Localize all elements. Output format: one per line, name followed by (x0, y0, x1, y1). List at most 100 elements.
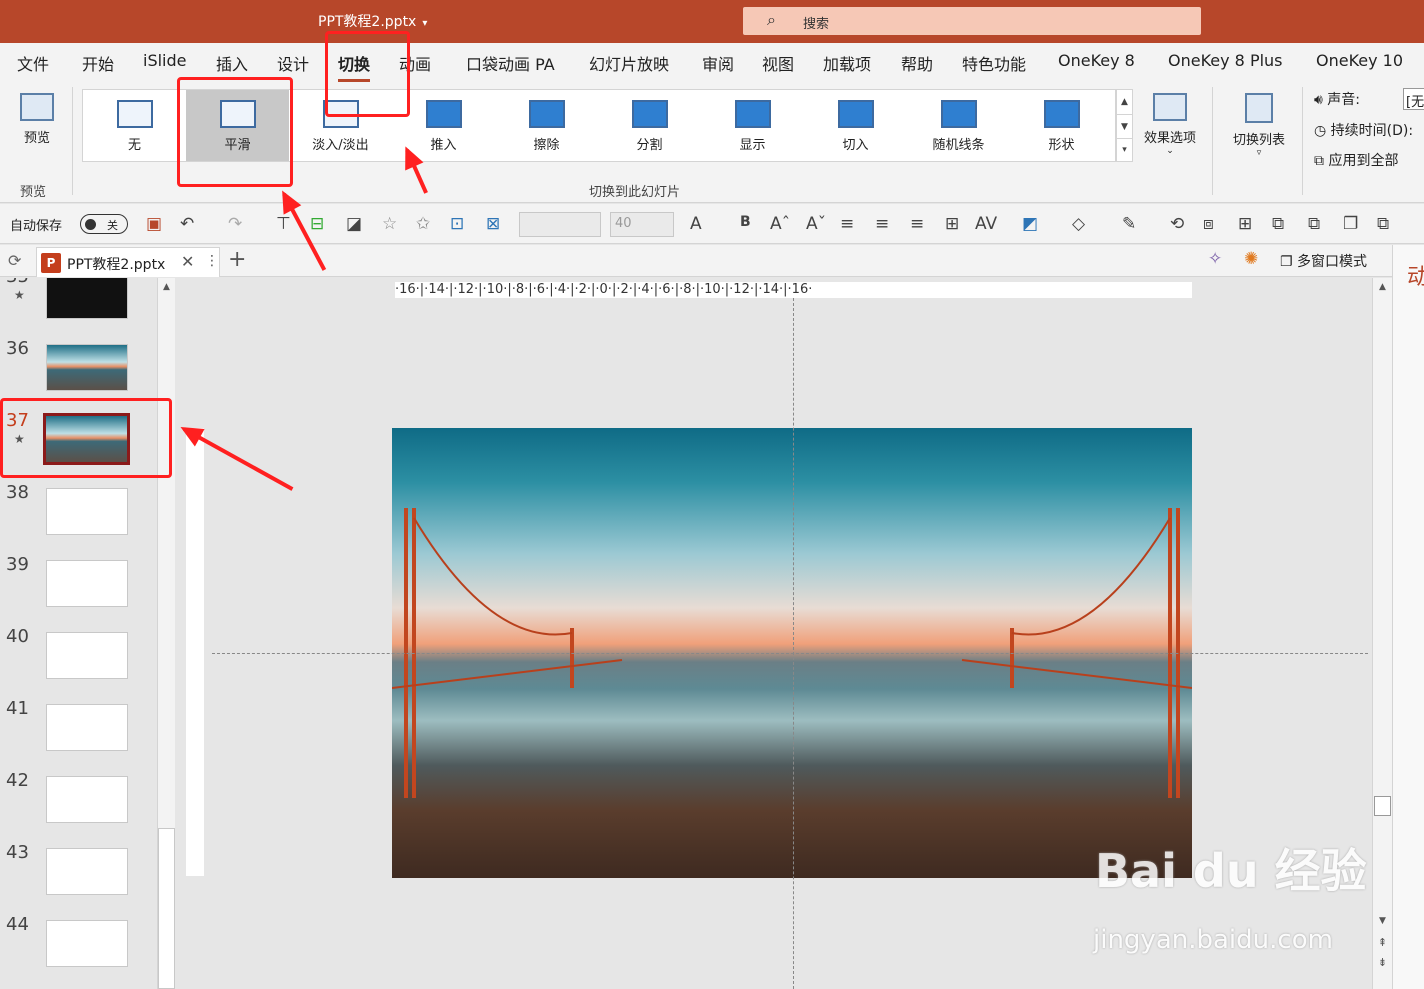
textbox-icon[interactable]: ⊡ (450, 214, 464, 234)
justify-icon[interactable]: ≡ (875, 214, 889, 234)
column-icon[interactable]: ⊞ (945, 214, 959, 234)
sound-select[interactable]: [无 (1403, 88, 1424, 110)
document-tab-label: PPT教程2.pptx (67, 257, 166, 273)
gallery-down-icon[interactable]: ▼ (1117, 114, 1132, 138)
align-icon[interactable]: ⊟ (310, 214, 324, 234)
next-slide-icon[interactable]: ⇟ (1373, 956, 1392, 969)
slide-thumbnail[interactable] (46, 278, 128, 319)
star-outline-icon[interactable]: ✩ (416, 214, 430, 234)
tab-7[interactable]: 口袋动画 PA (466, 51, 555, 75)
transition-item-9[interactable]: 形状 (1010, 90, 1113, 161)
magic-icon[interactable]: ✧ (1208, 249, 1222, 269)
font-color-icon[interactable]: A (690, 214, 702, 234)
effect-options-button[interactable]: 效果选项 ⌄ (1138, 93, 1202, 156)
transition-item-5[interactable]: 分割 (598, 90, 701, 161)
textbox-alt-icon[interactable]: ⊠ (486, 214, 500, 234)
scroll-down-icon[interactable]: ▼ (1373, 916, 1392, 926)
slide-thumbnail[interactable] (46, 344, 128, 391)
transition-icon (631, 100, 668, 128)
shapes-icon[interactable]: ◩ (1022, 214, 1038, 234)
tab-1[interactable]: 开始 (82, 51, 114, 75)
gallery-up-icon[interactable]: ▲ (1117, 90, 1132, 114)
transition-item-8[interactable]: 随机线条 (907, 90, 1010, 161)
switch-list-button[interactable]: 切换列表 ▿ (1226, 93, 1292, 158)
scroll-up-icon[interactable]: ▲ (158, 282, 175, 292)
slide-thumbnail[interactable] (46, 488, 128, 535)
slide-thumbnail[interactable] (46, 920, 128, 967)
bring-forward-icon[interactable]: ⧉ (1272, 214, 1284, 234)
canvas-scrollbar[interactable]: ▲ ▼ ⇞ ⇟ (1372, 278, 1392, 989)
document-tab[interactable]: P PPT教程2.pptx ✕ ⋮ (36, 247, 220, 277)
annotation-box-slide37 (0, 398, 172, 478)
clock-icon: ◷ (1314, 123, 1327, 139)
transition-item-7[interactable]: 切入 (804, 90, 907, 161)
document-tab-bar: ⟳ P PPT教程2.pptx ✕ ⋮ + ✧ ✺ ❐ 多窗口模式 (0, 245, 1424, 277)
align-left-icon[interactable]: ≡ (910, 214, 924, 234)
sync-icon[interactable]: ⟳ (8, 251, 21, 270)
scroll-up-icon[interactable]: ▲ (1373, 282, 1392, 292)
tab-4[interactable]: 设计 (277, 51, 309, 75)
preview-button[interactable]: 预览 (14, 93, 60, 146)
prev-slide-icon[interactable]: ⇞ (1373, 936, 1392, 949)
font-family-select[interactable] (519, 212, 601, 237)
slide-thumbnail[interactable] (46, 776, 128, 823)
slide-thumbnail[interactable] (46, 632, 128, 679)
tab-3[interactable]: 插入 (216, 51, 248, 75)
decrease-font-icon[interactable]: Aˇ (806, 214, 826, 234)
document-title[interactable]: PPT教程2.pptx ▾ (318, 11, 427, 31)
tab-more-icon[interactable]: ⋮ (205, 253, 219, 269)
outline-icon[interactable]: ✎ (1122, 214, 1136, 234)
star-icon[interactable]: ☆ (382, 214, 397, 234)
align-center-icon[interactable]: ≡ (840, 214, 854, 234)
undo-icon[interactable]: ↶ (180, 214, 194, 234)
crop-icon[interactable]: ⟲ (1170, 214, 1184, 234)
autosave-toggle[interactable]: 关 (80, 214, 128, 234)
transition-item-6[interactable]: 显示 (701, 90, 804, 161)
gallery-scroll[interactable]: ▲ ▼ ▾ (1116, 89, 1133, 162)
slide-thumbnail[interactable] (46, 560, 128, 607)
tab-0[interactable]: 文件 (17, 51, 49, 75)
slide-number: 43 (6, 842, 29, 863)
thumbnail-scrollbar[interactable]: ▲ (157, 278, 175, 989)
gallery-expand-icon[interactable]: ▾ (1117, 138, 1132, 161)
horizontal-guide[interactable] (212, 653, 1368, 654)
fill-icon[interactable]: ◇ (1072, 214, 1085, 234)
tab-11[interactable]: 加载项 (823, 51, 871, 75)
scroll-thumb[interactable] (1374, 796, 1391, 816)
distribute-icon[interactable]: ⊞ (1238, 214, 1252, 234)
scroll-thumb[interactable] (158, 828, 175, 989)
tab-13[interactable]: 特色功能 (962, 51, 1026, 75)
transition-item-4[interactable]: 擦除 (495, 90, 598, 161)
presenter-icon[interactable]: ⊤ (276, 214, 291, 234)
layer-icon[interactable]: ⧉ (1377, 214, 1389, 234)
tab-12[interactable]: 帮助 (901, 51, 933, 75)
vertical-guide[interactable] (793, 298, 794, 989)
bold-icon[interactable]: B (740, 214, 751, 230)
arrange-icon[interactable]: ⧉ (1308, 214, 1320, 234)
slide-thumbnail[interactable] (46, 704, 128, 751)
close-tab-icon[interactable]: ✕ (181, 252, 194, 271)
tab-15[interactable]: OneKey 8 Plus (1168, 51, 1283, 70)
redo-icon[interactable]: ↷ (228, 214, 242, 234)
tab-8[interactable]: 幻灯片放映 (589, 51, 669, 75)
group-icon[interactable]: ⧈ (1203, 214, 1214, 234)
settings-icon[interactable]: ✺ (1244, 249, 1258, 269)
tab-16[interactable]: OneKey 10 (1316, 51, 1403, 70)
increase-font-icon[interactable]: Aˆ (770, 214, 790, 234)
multiwindow-button[interactable]: ❐ 多窗口模式 (1280, 251, 1367, 271)
font-size-select[interactable]: 40 (610, 212, 674, 237)
tab-2[interactable]: iSlide (143, 51, 187, 70)
new-tab-icon[interactable]: + (228, 247, 246, 272)
tab-10[interactable]: 视图 (762, 51, 794, 75)
tab-14[interactable]: OneKey 8 (1058, 51, 1135, 70)
transition-item-0[interactable]: 无 (83, 90, 186, 161)
spacing-icon[interactable]: AV (975, 214, 997, 234)
search-box[interactable]: ⌕ 搜索 (743, 7, 1201, 35)
apply-all-button[interactable]: ⧉ 应用到全部 (1314, 150, 1398, 170)
send-back-icon[interactable]: ❐ (1343, 214, 1358, 234)
save-icon[interactable]: ▣ (146, 214, 162, 234)
slide-thumbnail[interactable] (46, 848, 128, 895)
select-icon[interactable]: ◪ (346, 214, 362, 234)
tab-9[interactable]: 审阅 (702, 51, 734, 75)
title-dropdown-icon[interactable]: ▾ (422, 18, 427, 29)
